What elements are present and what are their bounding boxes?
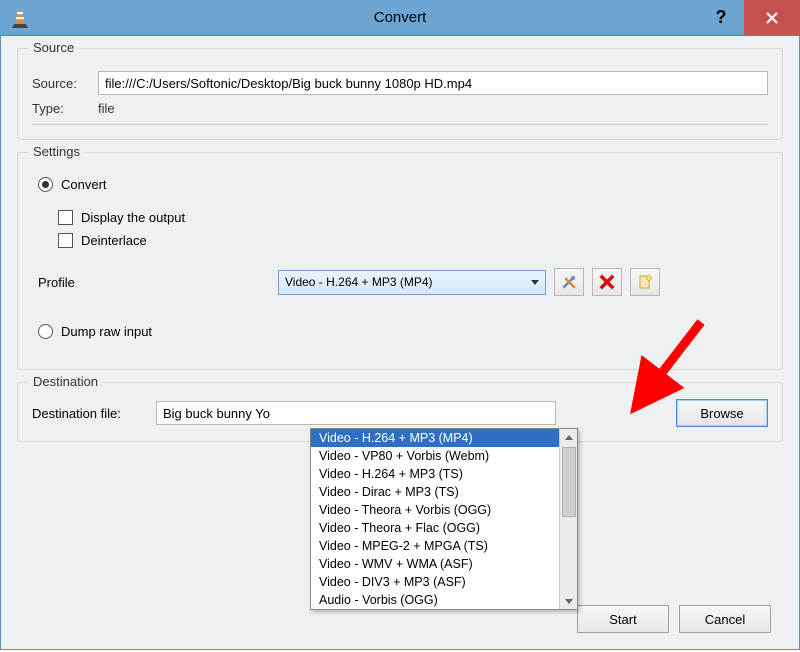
- divider: [32, 124, 768, 125]
- delete-x-icon: [599, 274, 615, 290]
- dropdown-scrollbar[interactable]: [559, 429, 577, 609]
- tools-icon: [561, 274, 577, 290]
- profile-option[interactable]: Video - VP80 + Vorbis (Webm): [311, 447, 559, 465]
- scroll-up-icon[interactable]: [561, 429, 577, 445]
- profile-option[interactable]: Video - Theora + Vorbis (OGG): [311, 501, 559, 519]
- deinterlace-label: Deinterlace: [81, 233, 147, 248]
- profile-option[interactable]: Audio - Vorbis (OGG): [311, 591, 559, 609]
- cancel-button[interactable]: Cancel: [679, 605, 771, 633]
- profile-label: Profile: [38, 275, 278, 290]
- dump-raw-label: Dump raw input: [61, 324, 152, 339]
- destination-file-input[interactable]: [156, 401, 556, 425]
- source-group-label: Source: [28, 40, 79, 55]
- settings-group: Settings Convert Display the output Dein…: [17, 152, 783, 370]
- source-label: Source:: [32, 76, 98, 91]
- type-value: file: [98, 101, 115, 116]
- profile-option[interactable]: Video - Theora + Flac (OGG): [311, 519, 559, 537]
- profile-selected-value: Video - H.264 + MP3 (MP4): [285, 275, 433, 289]
- profile-combobox[interactable]: Video - H.264 + MP3 (MP4): [278, 270, 546, 295]
- display-output-check-row[interactable]: Display the output: [58, 210, 768, 225]
- type-label: Type:: [32, 101, 98, 116]
- convert-radio-label: Convert: [61, 177, 107, 192]
- delete-profile-button[interactable]: [592, 268, 622, 296]
- profile-option[interactable]: Video - WMV + WMA (ASF): [311, 555, 559, 573]
- chevron-down-icon: [531, 280, 539, 285]
- profile-option[interactable]: Video - H.264 + MP3 (MP4): [311, 429, 559, 447]
- help-button[interactable]: ?: [698, 0, 744, 35]
- window-title: Convert: [0, 9, 800, 26]
- convert-radio[interactable]: [38, 177, 53, 192]
- settings-group-label: Settings: [28, 144, 85, 159]
- destination-group-label: Destination: [28, 374, 103, 389]
- scroll-down-icon[interactable]: [561, 593, 577, 609]
- start-button[interactable]: Start: [577, 605, 669, 633]
- display-output-label: Display the output: [81, 210, 185, 225]
- profile-option[interactable]: Video - DIV3 + MP3 (ASF): [311, 573, 559, 591]
- new-profile-button[interactable]: [630, 268, 660, 296]
- destination-file-label: Destination file:: [32, 406, 156, 421]
- scrollbar-thumb[interactable]: [562, 447, 576, 517]
- profile-option[interactable]: Video - Dirac + MP3 (TS): [311, 483, 559, 501]
- profile-option[interactable]: Video - MPEG-2 + MPGA (TS): [311, 537, 559, 555]
- profile-option[interactable]: Video - H.264 + MP3 (TS): [311, 465, 559, 483]
- close-button[interactable]: [744, 0, 800, 35]
- edit-profile-button[interactable]: [554, 268, 584, 296]
- dump-raw-radio-row[interactable]: Dump raw input: [38, 324, 768, 339]
- convert-radio-row[interactable]: Convert: [38, 177, 768, 192]
- browse-button[interactable]: Browse: [676, 399, 768, 427]
- display-output-checkbox[interactable]: [58, 210, 73, 225]
- profile-dropdown-list[interactable]: Video - H.264 + MP3 (MP4)Video - VP80 + …: [310, 428, 578, 610]
- new-document-icon: [637, 274, 653, 290]
- deinterlace-checkbox[interactable]: [58, 233, 73, 248]
- source-input[interactable]: [98, 71, 768, 95]
- source-group: Source Source: Type: file: [17, 48, 783, 140]
- vlc-app-icon: [8, 6, 32, 30]
- dump-raw-radio[interactable]: [38, 324, 53, 339]
- window-body: Source Source: Type: file Settings Conve…: [0, 36, 800, 650]
- deinterlace-check-row[interactable]: Deinterlace: [58, 233, 768, 248]
- titlebar: Convert ?: [0, 0, 800, 36]
